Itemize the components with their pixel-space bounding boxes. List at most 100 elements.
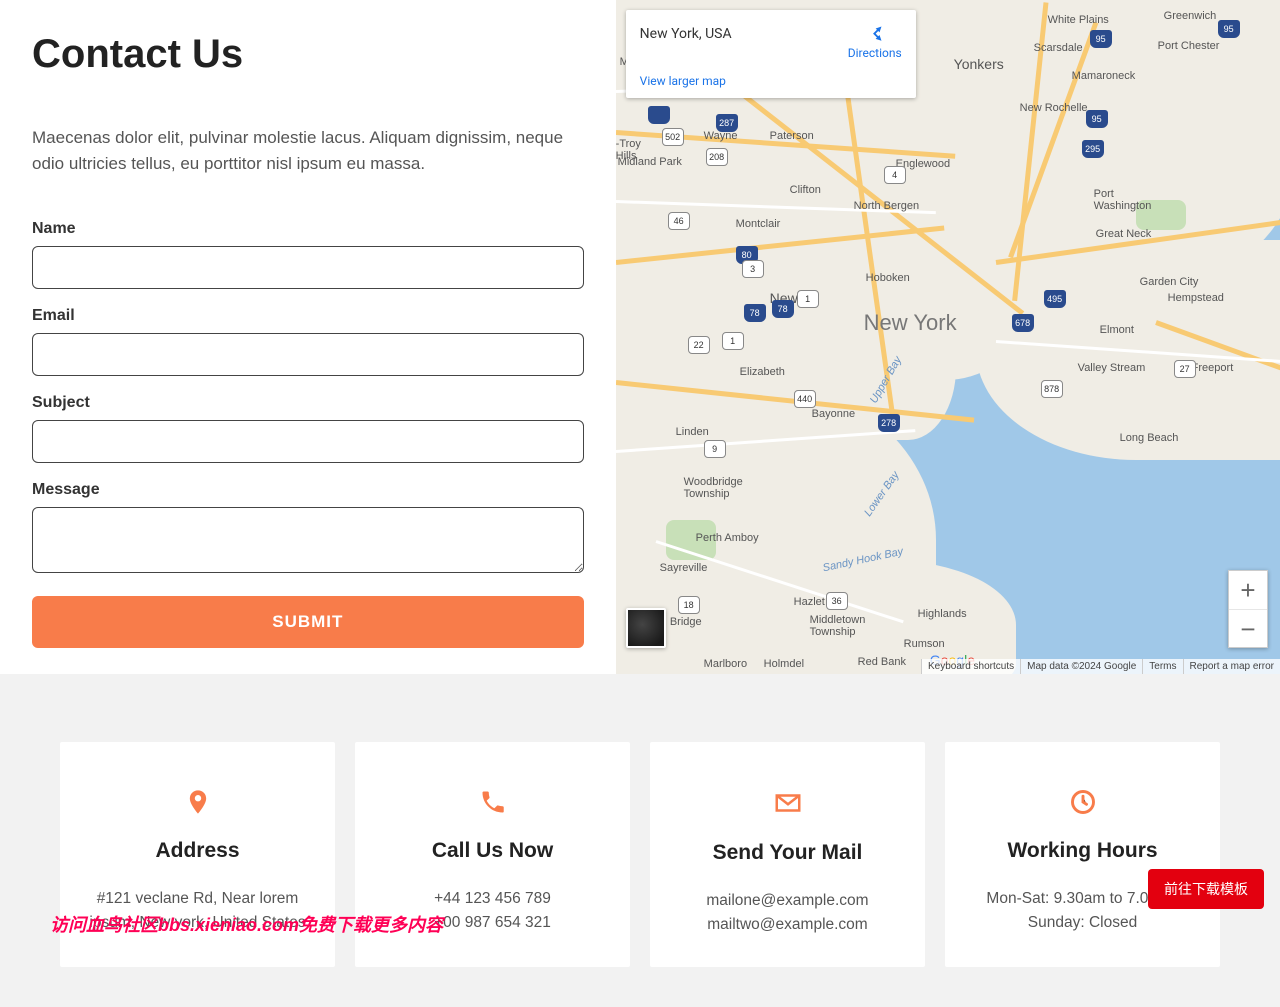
terms-link[interactable]: Terms [1142,659,1182,674]
intro-text: Maecenas dolor elit, pulvinar molestie l… [32,125,584,176]
shield-1: 1 [722,332,744,350]
zoom-controls: + − [1228,570,1268,648]
hours-title: Working Hours [965,839,1200,863]
shield-208: 208 [706,148,728,166]
map-label-holmdel: Holmdel [764,658,804,670]
shield-i295: 295 [1082,140,1104,158]
map-label-greatneck: Great Neck [1096,228,1152,240]
map-attribution: Keyboard shortcuts Map data ©2024 Google… [921,659,1280,674]
shield-9: 9 [704,440,726,458]
map-label-nbergen: North Bergen [854,200,919,212]
name-input[interactable] [32,246,584,289]
shield-i495: 495 [1044,290,1066,308]
clock-icon [965,788,1200,821]
map-label-newrochelle: New Rochelle [1020,102,1088,114]
map-label-whiteplains: White Plains [1048,14,1109,26]
map-tiles: New York Yonkers Newark Elizabeth Hoboke… [616,0,1280,674]
map-label-hazlet: Hazlet [794,596,825,608]
map-label-paterson: Paterson [770,130,814,142]
map-label-middletown: Middletown Township [810,614,866,638]
map-label-scarsdale: Scarsdale [1034,42,1083,54]
map-label-greenwich: Greenwich [1164,10,1217,22]
phone-icon [375,788,610,821]
message-input[interactable] [32,507,584,573]
shield-1: 1 [797,290,819,308]
shield-i287 [648,106,670,124]
map-label-montclair: Montclair [736,218,781,230]
email-input[interactable] [32,333,584,376]
map-label-rumson: Rumson [904,638,945,650]
directions-icon [864,22,886,44]
phone-2: +00 987 654 321 [434,914,551,931]
map-label-elmont: Elmont [1100,324,1134,336]
hours-line-2: Sunday: Closed [1028,914,1137,931]
map-container[interactable]: New York Yonkers Newark Elizabeth Hoboke… [616,0,1280,674]
shield-i678: 678 [1012,314,1034,332]
shield-440: 440 [794,390,816,408]
shield-i95: 95 [1086,110,1108,128]
shield-46: 46 [668,212,690,230]
page-title: Contact Us [32,32,584,77]
map-label-marlboro: Marlboro [704,658,747,670]
map-label-hoboken: Hoboken [866,272,910,284]
call-title: Call Us Now [375,839,610,863]
shield-27: 27 [1174,360,1196,378]
address-title: Address [80,839,315,863]
shield-502: 502 [662,128,684,146]
email-1: mailone@example.com [706,892,868,909]
call-card: Call Us Now +44 123 456 789 +00 987 654 3… [355,742,630,967]
map-label-woodbridge: Woodbridge Township [684,476,743,500]
map-label-linden: Linden [676,426,709,438]
location-pin-icon [80,788,315,821]
mail-card: Send Your Mail mailone@example.com mailtw… [650,742,925,967]
submit-button[interactable]: SUBMIT [32,596,584,648]
shield-i78: 78 [744,304,766,322]
hours-card: Working Hours Mon-Sat: 9.30am to 7.00pmS… [945,742,1220,967]
message-label: Message [32,481,584,499]
email-label: Email [32,307,584,325]
map-label-wanytroy: -Troy Hills [616,138,641,162]
address-text: #121 veclane Rd, Near lorem ipsum, New y… [80,887,315,935]
map-label-portwash: Port Washington [1094,188,1152,212]
zoom-out-button[interactable]: − [1229,609,1267,647]
map-label-yonkers: Yonkers [954,56,1004,72]
envelope-icon [670,788,905,823]
satellite-toggle[interactable] [626,608,666,648]
map-label-mamaroneck: Mamaroneck [1072,70,1136,82]
email-2: mailtwo@example.com [707,916,867,933]
map-label-bayonne: Bayonne [812,408,855,420]
shield-22: 22 [688,336,710,354]
mail-title: Send Your Mail [670,841,905,865]
map-label-highlands: Highlands [918,608,967,620]
map-location-text: New York, USA [640,22,732,42]
shield-18: 18 [678,596,700,614]
map-label-valleystream: Valley Stream [1078,362,1146,374]
zoom-in-button[interactable]: + [1229,571,1267,609]
report-error-link[interactable]: Report a map error [1183,659,1280,674]
phone-1: +44 123 456 789 [434,890,551,907]
view-larger-map-link[interactable]: View larger map [640,74,902,88]
map-label-clifton: Clifton [790,184,821,196]
name-label: Name [32,220,584,238]
subject-input[interactable] [32,420,584,463]
download-template-button[interactable]: 前往下载模板 [1148,869,1264,909]
map-label-gardencity: Garden City [1140,276,1199,288]
shield-36: 36 [826,592,848,610]
map-label-portchester: Port Chester [1158,40,1220,52]
shield-i287: 287 [716,114,738,132]
subject-label: Subject [32,394,584,412]
map-label-sayreville: Sayreville [660,562,708,574]
map-label-longbeach: Long Beach [1120,432,1179,444]
shield-4: 4 [884,166,906,184]
map-label-redbank: Red Bank [858,656,906,668]
shield-878: 878 [1041,380,1063,398]
shield-i95: 95 [1218,20,1240,38]
shield-3: 3 [742,260,764,278]
keyboard-shortcuts-link[interactable]: Keyboard shortcuts [921,659,1020,674]
map-label-newyork: New York [864,310,957,336]
map-info-card: New York, USA Directions View larger map [626,10,916,98]
directions-button[interactable]: Directions [848,22,902,60]
map-label-hempstead: Hempstead [1168,292,1224,304]
shield-i278: 278 [878,414,900,432]
map-data-text: Map data ©2024 Google [1020,659,1142,674]
